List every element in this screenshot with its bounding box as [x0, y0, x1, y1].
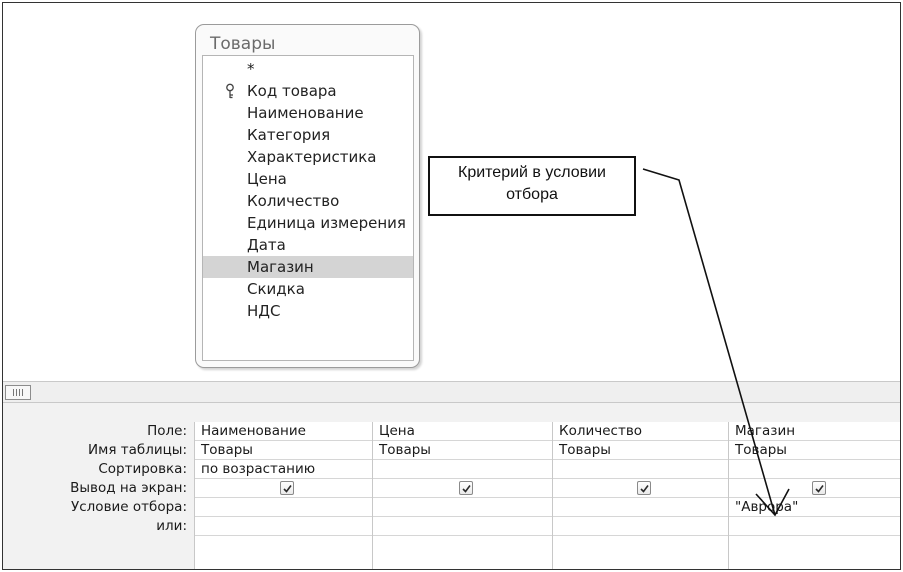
field-item-label: НДС: [247, 302, 281, 320]
field-item-label: Код товара: [247, 82, 337, 100]
field-item-label: Категория: [247, 126, 331, 144]
grid-cell-or[interactable]: [195, 517, 373, 536]
row-label-field: Поле:: [147, 423, 187, 439]
field-item[interactable]: Дата: [203, 234, 413, 256]
field-item[interactable]: Единица измерения: [203, 212, 413, 234]
grid-cell-criteria[interactable]: "Аврора": [729, 498, 900, 517]
design-grid: Наименование Товары по возрастанию Цена Това…: [194, 422, 900, 569]
grid-cell-field[interactable]: Количество: [553, 422, 729, 441]
grid-cell-field[interactable]: Цена: [373, 422, 553, 441]
field-item[interactable]: НДС: [203, 300, 413, 322]
checkmark-icon: [462, 485, 471, 493]
grid-column: Магазин Товары "Аврора": [728, 422, 900, 569]
grid-cell-field[interactable]: Наименование: [195, 422, 373, 441]
key-icon: [225, 83, 237, 99]
grid-cell-table[interactable]: Товары: [373, 441, 553, 460]
row-label-or: или:: [156, 518, 187, 534]
field-item-label: Магазин: [247, 258, 314, 276]
field-item-label: Дата: [247, 236, 286, 254]
callout-line-2: отбора: [506, 186, 558, 203]
checkmark-icon: [640, 485, 649, 493]
field-item-label: Цена: [247, 170, 287, 188]
grid-cell-table[interactable]: Товары: [729, 441, 900, 460]
field-item[interactable]: Характеристика: [203, 146, 413, 168]
grid-cell-show[interactable]: [195, 479, 373, 498]
field-item[interactable]: Цена: [203, 168, 413, 190]
grid-cell-sort[interactable]: [373, 460, 553, 479]
grid-cell-table[interactable]: Товары: [553, 441, 729, 460]
callout-line-1: Критерий в условии: [458, 164, 606, 181]
field-item-label: Характеристика: [247, 148, 377, 166]
grid-cell-table[interactable]: Товары: [195, 441, 373, 460]
checkmark-icon: [815, 485, 824, 493]
field-item-label: *: [247, 60, 255, 78]
horizontal-scroll-thumb[interactable]: [5, 385, 31, 400]
grid-cell-show[interactable]: [553, 479, 729, 498]
grid-cell-criteria[interactable]: [373, 498, 553, 517]
field-item[interactable]: *: [203, 58, 413, 80]
grid-cell-or[interactable]: [553, 517, 729, 536]
pane-splitter[interactable]: [3, 381, 900, 403]
field-item[interactable]: Наименование: [203, 102, 413, 124]
show-checkbox[interactable]: [280, 481, 294, 495]
grid-column: Количество Товары: [552, 422, 729, 569]
query-designer-window: Товары * Код товара Наименование Категория Х…: [2, 2, 901, 570]
show-checkbox[interactable]: [637, 481, 651, 495]
criteria-callout: Критерий в условии отбора: [428, 156, 636, 216]
grid-cell-sort[interactable]: по возрастанию: [195, 460, 373, 479]
grid-column: Наименование Товары по возрастанию: [194, 422, 373, 569]
grid-cell-show[interactable]: [729, 479, 900, 498]
field-item[interactable]: Категория: [203, 124, 413, 146]
table-field-list[interactable]: Товары * Код товара Наименование Категория Х…: [195, 24, 420, 368]
grid-cell-criteria[interactable]: [195, 498, 373, 517]
grid-cell-sort[interactable]: [553, 460, 729, 479]
row-label-table: Имя таблицы:: [88, 442, 187, 458]
show-checkbox[interactable]: [459, 481, 473, 495]
grid-cell-field[interactable]: Магазин: [729, 422, 900, 441]
field-item-label: Количество: [247, 192, 340, 210]
field-item[interactable]: Количество: [203, 190, 413, 212]
field-item-label: Единица измерения: [247, 214, 406, 232]
grid-cell-sort[interactable]: [729, 460, 900, 479]
design-grid-pane: Поле: Имя таблицы: Сортировка: Вывод на …: [3, 403, 900, 569]
field-item[interactable]: Магазин: [203, 256, 413, 278]
field-list-title: Товары: [210, 34, 276, 54]
field-list-body: * Код товара Наименование Категория Характер…: [202, 55, 414, 361]
field-item[interactable]: Код товара: [203, 80, 413, 102]
row-label-show: Вывод на экран:: [70, 480, 187, 496]
row-label-criteria: Условие отбора:: [71, 499, 187, 515]
row-label-sort: Сортировка:: [98, 461, 187, 477]
field-item-label: Скидка: [247, 280, 305, 298]
field-item-label: Наименование: [247, 104, 364, 122]
grid-cell-or[interactable]: [373, 517, 553, 536]
show-checkbox[interactable]: [812, 481, 826, 495]
grid-cell-or[interactable]: [729, 517, 900, 536]
checkmark-icon: [283, 485, 292, 493]
field-item[interactable]: Скидка: [203, 278, 413, 300]
grid-row-labels: Поле: Имя таблицы: Сортировка: Вывод на …: [3, 403, 193, 569]
grid-column: Цена Товары: [372, 422, 553, 569]
grid-cell-show[interactable]: [373, 479, 553, 498]
grid-cell-criteria[interactable]: [553, 498, 729, 517]
